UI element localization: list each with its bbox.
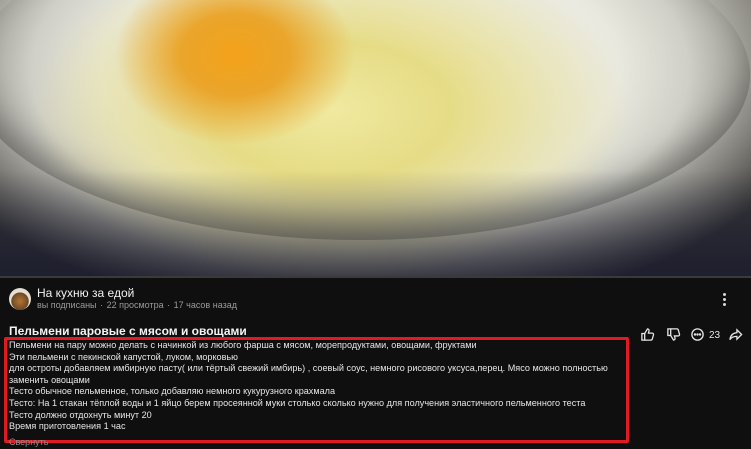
- video-player[interactable]: [0, 0, 751, 278]
- channel-name[interactable]: На кухню за едой: [37, 286, 134, 300]
- channel-row: На кухню за едой вы подписаны · 22 просм…: [9, 284, 749, 312]
- video-frame-shadow: [0, 170, 751, 278]
- meta-separator: ·: [167, 300, 171, 310]
- channel-avatar[interactable]: [9, 288, 31, 310]
- dislike-icon[interactable]: [666, 327, 681, 342]
- description-line: Эти пельмени с пекинской капустой, луком…: [9, 351, 238, 362]
- video-description: Пельмени на пару можно делать с начинкой…: [9, 340, 621, 433]
- meta-separator: ·: [100, 300, 104, 310]
- description-line: Тесто: На 1 стакан тёплой воды и 1 яйцо …: [9, 397, 586, 408]
- more-options-icon[interactable]: [721, 293, 727, 307]
- description-line: Тесто должно отдохнуть минут 20: [9, 409, 152, 420]
- publish-time: 17 часов назад: [173, 300, 237, 310]
- like-icon[interactable]: [640, 327, 655, 342]
- description-line: Время приготовления 1 час: [9, 421, 126, 432]
- comments-count[interactable]: 23: [709, 330, 720, 341]
- subscribed-status: вы подписаны: [37, 300, 97, 310]
- share-icon[interactable]: [728, 327, 744, 342]
- comments-icon[interactable]: [690, 327, 705, 342]
- description-line: заменить овощами: [9, 374, 90, 385]
- collapse-description-link[interactable]: Свернуть: [9, 437, 48, 447]
- description-line: Тесто обычное пельменное, только добавля…: [9, 386, 336, 397]
- video-title: Пельмени паровые с мясом и овощами: [9, 324, 247, 338]
- description-line: Пельмени на пару можно делать с начинкой…: [9, 340, 477, 350]
- video-progress-bar[interactable]: [0, 276, 751, 278]
- view-count: 22 просмотра: [106, 300, 164, 310]
- channel-meta: вы подписаны · 22 просмотра · 17 часов н…: [37, 300, 237, 310]
- description-line: для остроты добавляем имбирную пасту( ил…: [9, 363, 608, 374]
